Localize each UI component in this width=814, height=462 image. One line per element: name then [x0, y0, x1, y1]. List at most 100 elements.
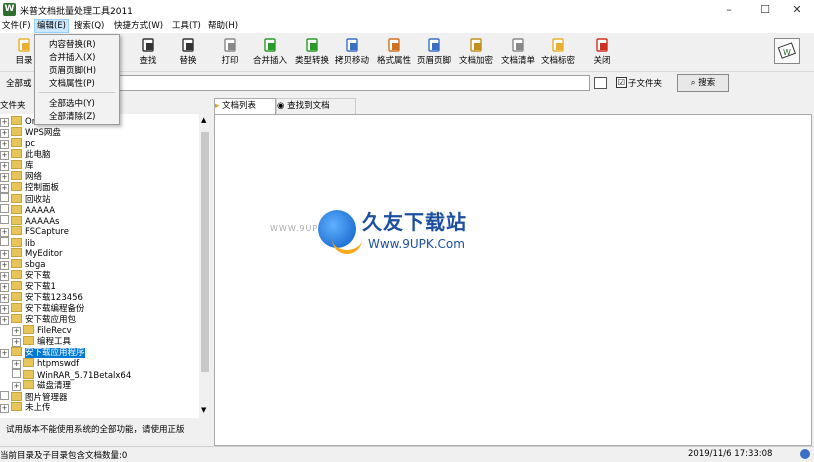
tree-item[interactable]: + 安下载编程备份 [0, 303, 85, 314]
expand-icon[interactable]: + [0, 272, 9, 281]
search-button[interactable]: ⌕ 搜索 [677, 74, 729, 92]
tree-item[interactable]: + sbga [0, 259, 45, 270]
expand-icon[interactable] [0, 204, 9, 213]
minimize-button[interactable]: – [712, 0, 746, 19]
expand-icon[interactable]: + [12, 338, 21, 347]
expand-icon[interactable]: + [0, 129, 9, 138]
expand-icon[interactable]: + [0, 184, 9, 193]
maximize-button[interactable]: ☐ [748, 0, 782, 19]
tab-found-docs[interactable]: ◉ 查找到文档 [276, 98, 356, 114]
tree-item[interactable]: + 网络 [0, 171, 42, 182]
expand-icon[interactable]: + [0, 283, 9, 292]
status-bar: 当前目录及子目录包含文档数量:0 2019/11/6 17:33:08 [0, 446, 814, 462]
tree-item[interactable]: + FSCapture [0, 226, 69, 237]
toolbar-button-8[interactable]: 页眉页脚 [414, 35, 454, 69]
expand-icon[interactable]: + [0, 250, 9, 259]
toolbar-button-6[interactable]: 拷贝移动 [332, 35, 372, 69]
tree-item[interactable]: + WPS网盘 [0, 127, 61, 138]
toolbar-button-2[interactable]: 替换 [168, 35, 208, 69]
menu-item-merge[interactable]: 合并插入(X) [49, 51, 95, 63]
folder-tree[interactable]: +OneDrive+WPS网盘+pc+此电脑+库+网络+控制面板回收站AAAAA… [0, 114, 199, 418]
menu-help[interactable]: 帮助(H) [206, 20, 240, 32]
tree-item[interactable]: + 安下载 [0, 270, 51, 281]
menu-shortcuts[interactable]: 快捷方式(W) [112, 20, 165, 32]
expand-icon[interactable]: + [0, 140, 9, 149]
toolbar-button-3[interactable]: 打印 [210, 35, 250, 69]
toolbar-button-0[interactable]: 目录 [4, 35, 44, 69]
tree-item[interactable]: + 此电脑 [0, 149, 51, 160]
menu-item-replace[interactable]: 内容替换(R) [49, 38, 96, 50]
menu-item-clear-all[interactable]: 全部清除(Z) [49, 110, 95, 122]
expand-icon[interactable]: + [12, 382, 21, 391]
toolbar-button-5[interactable]: 类型转换 [292, 35, 332, 69]
scroll-up-icon[interactable]: ▲ [201, 116, 206, 124]
tree-item[interactable]: + 安下载应用包 [0, 314, 76, 325]
expand-icon[interactable]: + [0, 118, 9, 127]
tree-item[interactable]: lib [0, 237, 35, 249]
expand-icon[interactable] [0, 215, 9, 224]
tree-item[interactable]: 图片管理器 [0, 391, 68, 403]
tree-item[interactable]: + 安下载1 [0, 281, 56, 292]
tree-item[interactable]: + 安下载123456 [0, 292, 83, 303]
expand-icon[interactable]: + [0, 261, 9, 270]
toolbar-button-12[interactable]: 关闭 [582, 35, 622, 69]
expand-icon[interactable]: + [0, 404, 9, 413]
expand-icon[interactable] [0, 193, 9, 202]
tree-item[interactable]: + 磁盘清理 [12, 380, 71, 391]
menu-file[interactable]: 文件(F) [0, 20, 33, 32]
tree-item[interactable]: AAAAAs [0, 215, 59, 227]
tree-item[interactable]: + 编程工具 [12, 336, 71, 347]
expand-icon[interactable] [0, 237, 9, 246]
toolbar-button-10[interactable]: 文档清单 [498, 35, 538, 69]
expand-icon[interactable] [12, 369, 21, 378]
expand-icon[interactable]: + [0, 228, 9, 237]
document-list-area[interactable] [214, 114, 812, 446]
expand-icon[interactable]: + [0, 316, 9, 325]
browse-icon[interactable] [594, 77, 607, 89]
menu-search[interactable]: 搜索(Q) [72, 20, 106, 32]
toolbar-button-label: 关闭 [593, 56, 611, 66]
tree-item[interactable]: + FileRecv [12, 325, 72, 336]
menu-edit[interactable]: 编辑(E) [34, 19, 70, 33]
scroll-thumb[interactable] [201, 132, 209, 372]
watermark-url: Www.9UPK.Com [368, 237, 465, 251]
search-input[interactable] [40, 75, 590, 91]
expand-icon[interactable]: + [0, 294, 9, 303]
scroll-down-icon[interactable]: ▼ [201, 406, 206, 414]
tab-doc-list[interactable]: ▸ 文档列表 [214, 98, 276, 114]
tree-item[interactable]: + 控制面板 [0, 182, 59, 193]
tree-item[interactable]: + pc [0, 138, 35, 149]
folder-icon [23, 370, 34, 379]
menu-item-select-all[interactable]: 全部选中(Y) [49, 97, 95, 109]
expand-icon[interactable]: + [12, 360, 21, 369]
menu-item-properties[interactable]: 文档属性(P) [49, 77, 95, 89]
tree-item[interactable]: + MyEditor [0, 248, 63, 259]
toolbar-button-9[interactable]: 文档加密 [456, 35, 496, 69]
tree-item[interactable]: + 未上传 [0, 402, 51, 413]
toolbar-button-1[interactable]: 查找 [128, 35, 168, 69]
expand-icon[interactable]: + [12, 327, 21, 336]
tree-item[interactable]: WinRAR_5.71Betalx64 [12, 369, 131, 381]
window-title: 米普文档批量处理工具2011 [20, 7, 133, 17]
expand-icon[interactable]: + [0, 305, 9, 314]
toolbar-button-11[interactable]: 文档标密 [538, 35, 578, 69]
toolbar-button-7[interactable]: 格式属性 [374, 35, 414, 69]
close-button[interactable]: ✕ [780, 0, 814, 19]
tree-item[interactable]: + 安下载应用程序 [0, 347, 85, 358]
menu-item-header-footer[interactable]: 页眉页脚(H) [49, 64, 96, 76]
expand-icon[interactable]: + [0, 162, 9, 171]
expand-icon[interactable] [0, 391, 9, 400]
toolbar-button-4[interactable]: 合并插入 [250, 35, 290, 69]
tree-item[interactable]: 回收站 [0, 193, 51, 205]
expand-icon[interactable]: + [0, 349, 9, 358]
tab-found-docs-label: 查找到文档 [287, 101, 330, 111]
subdir-checkbox[interactable]: ☑ [616, 77, 627, 88]
menu-tools[interactable]: 工具(T) [170, 20, 203, 32]
expand-icon[interactable]: + [0, 151, 9, 160]
tree-item[interactable]: + htpmswdf [12, 358, 79, 369]
tree-scrollbar[interactable]: ▲ ▼ [199, 114, 211, 418]
tree-item[interactable]: AAAAA [0, 204, 55, 216]
tree-item[interactable]: + 库 [0, 160, 34, 171]
expand-icon[interactable]: + [0, 173, 9, 182]
tree-item-label: 编程工具 [37, 337, 72, 347]
